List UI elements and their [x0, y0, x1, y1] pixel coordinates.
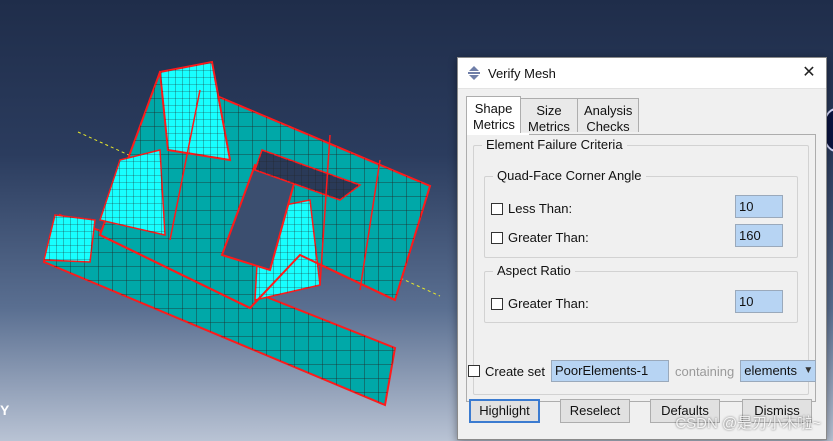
chevron-down-icon: ▼	[803, 365, 814, 376]
containing-select[interactable]: elements ▼	[740, 360, 817, 382]
aspect-greater-than-label: Greater Than:	[508, 296, 589, 311]
create-set-checkbox[interactable]	[468, 365, 480, 377]
aspect-greater-than-field[interactable]: 10	[735, 290, 783, 313]
group-label: Aspect Ratio	[493, 263, 575, 278]
aspect-greater-than-row: Greater Than:	[491, 296, 589, 311]
quad-less-than-row: Less Than:	[491, 201, 572, 216]
verify-mesh-dialog: Verify Mesh ✕ Shape Metrics Size Metrics…	[457, 57, 827, 440]
reselect-button[interactable]: Reselect	[560, 399, 630, 423]
dialog-titlebar[interactable]: Verify Mesh ✕	[458, 58, 826, 89]
quad-less-than-field[interactable]: 10	[735, 195, 783, 218]
aspect-greater-than-checkbox[interactable]	[491, 297, 503, 310]
group-label: Element Failure Criteria	[482, 137, 627, 152]
watermark-text: CSDN @是刃小木啦~	[675, 415, 821, 432]
create-set-label: Create set	[485, 363, 545, 379]
tab-analysis-checks[interactable]: Analysis Checks	[577, 98, 639, 134]
element-failure-criteria-group: Element Failure Criteria Quad-Face Corne…	[473, 137, 809, 395]
quad-greater-than-field[interactable]: 160	[735, 224, 783, 247]
quad-greater-than-label: Greater Than:	[508, 230, 589, 245]
containing-select-value: elements	[744, 363, 798, 378]
quad-face-corner-angle-group: Quad-Face Corner Angle Less Than: 10 Gre…	[484, 168, 798, 258]
set-name-field[interactable]: PoorElements-1	[550, 360, 669, 382]
tab-label-line2: Metrics	[473, 117, 515, 132]
quad-greater-than-checkbox[interactable]	[491, 231, 503, 244]
aspect-ratio-group: Aspect Ratio Greater Than: 10	[484, 263, 798, 323]
tab-label-line1: Shape	[474, 101, 513, 116]
close-icon[interactable]: ✕	[798, 62, 820, 84]
quad-less-than-checkbox[interactable]	[491, 202, 503, 215]
tab-label-line1: Size	[536, 103, 562, 118]
group-label: Quad-Face Corner Angle	[493, 168, 646, 183]
create-set-row: Create set PoorElements-1 containing ele…	[468, 360, 817, 382]
tab-label-line2: Metrics	[528, 119, 570, 134]
tab-bar: Shape Metrics Size Metrics Analysis Chec…	[466, 96, 639, 134]
tab-label-line2: Checks	[586, 119, 630, 134]
dialog-title: Verify Mesh	[488, 65, 556, 81]
axis-y-label: Y	[0, 402, 10, 418]
active-tab-join	[467, 133, 529, 135]
tab-size-metrics[interactable]: Size Metrics	[520, 98, 578, 134]
tab-label-line1: Analysis	[584, 103, 633, 118]
quad-less-than-label: Less Than:	[508, 201, 573, 216]
tab-shape-metrics[interactable]: Shape Metrics	[466, 96, 521, 134]
verify-mesh-app-icon	[466, 65, 482, 81]
containing-label: containing	[674, 363, 735, 379]
quad-greater-than-row: Greater Than:	[491, 230, 589, 245]
highlight-button[interactable]: Highlight	[469, 399, 540, 423]
